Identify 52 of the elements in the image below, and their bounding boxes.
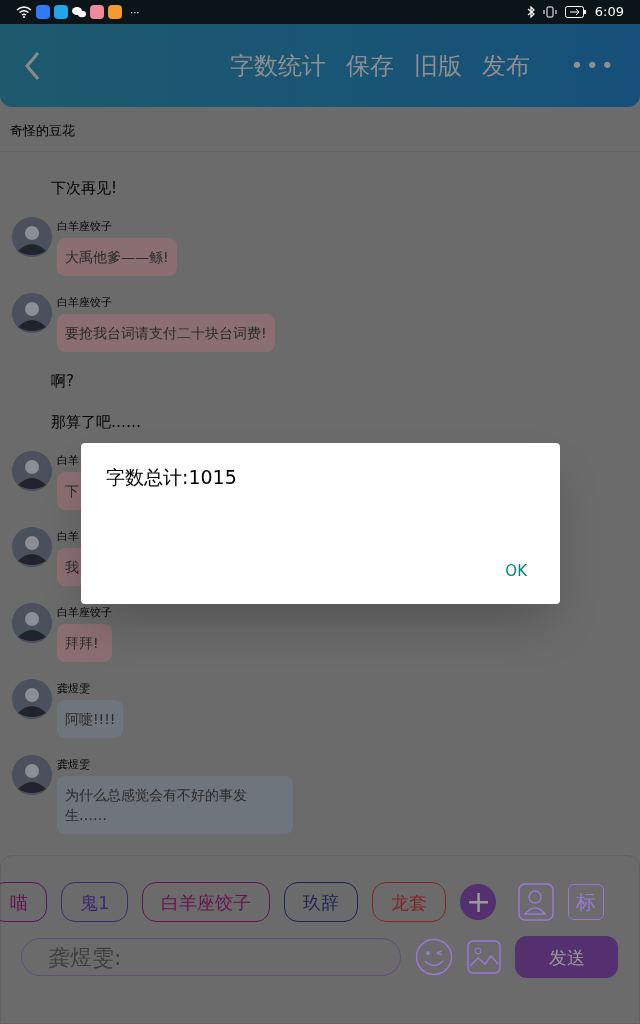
sender-name: 白羊座饺子 (57, 219, 113, 234)
narration-text: 下次再见! (50, 177, 118, 199)
header-action[interactable]: 字数统计 (230, 47, 327, 84)
sender-name: 白羊 (57, 529, 80, 544)
message-bubble: 要抢我台词请支付二十块台词费! (57, 313, 275, 352)
message-bubble: 阿嚏!!!! (57, 699, 124, 738)
bluetooth-icon (526, 6, 535, 18)
role-chip[interactable]: 玖辞 (284, 882, 359, 922)
narration-text: 啊? (50, 370, 75, 392)
sender-name: 龚煜雯 (57, 757, 91, 772)
avatar (12, 602, 52, 643)
avatar (12, 526, 52, 567)
clock: 6:09 (594, 3, 624, 22)
sender-name: 白羊座饺子 (57, 605, 112, 620)
ok-button[interactable]: OK (497, 555, 535, 586)
send-button[interactable]: 发送 (515, 936, 618, 978)
dialog-message: 字数总计:1015 (106, 465, 238, 490)
header-action[interactable]: 旧版 (414, 47, 463, 84)
app-icon (90, 5, 104, 19)
more-notifications: ··· (130, 5, 140, 20)
mark-button[interactable]: 标 (568, 884, 605, 920)
battery-icon (564, 6, 587, 18)
add-role-button[interactable]: + (460, 884, 497, 920)
role-chip[interactable]: 白羊座饺子 (142, 882, 271, 922)
avatar (12, 292, 52, 333)
role-chip[interactable]: 龙套 (372, 882, 447, 922)
message-bubble: 拜拜! (57, 623, 112, 662)
wink-face-icon[interactable] (415, 938, 453, 976)
story-title: 奇怪的豆花 (0, 107, 640, 152)
chat-icon (72, 6, 86, 18)
app-icon (108, 5, 122, 19)
app-icon (54, 5, 68, 19)
vibrate-icon (542, 6, 557, 18)
image-icon[interactable] (467, 940, 501, 974)
avatar (12, 678, 52, 719)
sender-name: 龚煜雯 (57, 681, 91, 696)
avatar (12, 216, 52, 257)
more-button[interactable]: ••• (570, 49, 616, 82)
role-chip[interactable]: 鬼1 (61, 882, 129, 922)
avatar (12, 754, 52, 795)
header-action[interactable]: 发布 (482, 47, 531, 84)
narration-text: 那算了吧…… (50, 411, 142, 433)
sender-name: 白羊 (57, 453, 80, 468)
avatar (12, 450, 52, 491)
message-bubble: 为什么总感觉会有不好的事发生…… (57, 775, 293, 834)
sender-name: 白羊座饺子 (57, 295, 113, 310)
message-bubble: 大禹他爹——鲧! (57, 237, 177, 276)
wifi-icon (16, 6, 32, 18)
character-icon[interactable] (518, 883, 555, 921)
header-action[interactable]: 保存 (346, 47, 395, 84)
back-icon[interactable] (24, 50, 40, 81)
app-icon (36, 5, 50, 19)
